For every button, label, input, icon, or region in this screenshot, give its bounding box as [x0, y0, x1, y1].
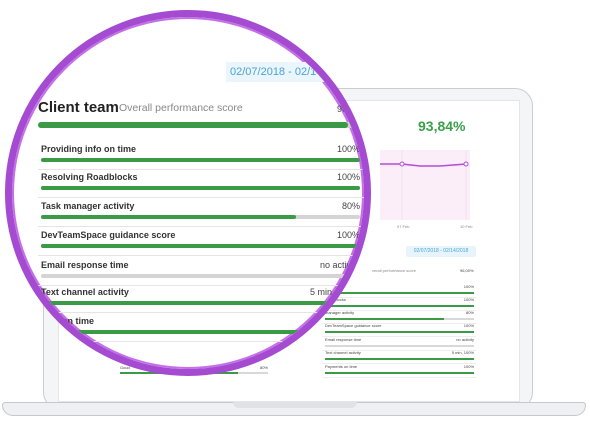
mini-metric-value: 5 min, 100% — [451, 350, 474, 355]
chart-point — [399, 161, 405, 167]
x-axis-tick-label: 10 Feb — [460, 224, 473, 229]
performance-line-chart — [380, 150, 470, 220]
metric-label: Email response time — [41, 260, 129, 270]
mini-subtitle: verall performance score — [372, 268, 417, 273]
metric-value: 5 min, 100% — [309, 287, 360, 297]
metric-progress-fill — [41, 158, 360, 162]
chart-point — [463, 161, 469, 167]
metric-progress-fill — [41, 301, 360, 305]
mini-metric-fill — [325, 372, 474, 374]
x-axis-tick-label: 07 Feb — [397, 224, 410, 229]
team-subtitle: Overall performance score — [119, 102, 243, 114]
team-score-fill — [38, 122, 349, 128]
metric-value: 100% — [336, 172, 360, 182]
metric-row: Text channel activity 5 min, 100% — [38, 284, 364, 313]
metric-progress-track — [41, 301, 360, 305]
mini-metric-value: 100% — [463, 284, 474, 289]
team-title: Client team — [38, 99, 119, 116]
metric-label: ents on time — [41, 316, 95, 326]
mini-metric-value: 100% — [463, 323, 474, 328]
metric-progress-track — [41, 244, 360, 248]
team-score: 96.00% — [337, 104, 368, 114]
magnifier-lens: 02/07/2018 - 02/14/ Client team Overall … — [5, 10, 371, 376]
metric-progress-track — [41, 158, 360, 162]
mini-date-range[interactable]: 02/07/2018 - 02/14/2018 — [406, 246, 476, 257]
metric-label: Resolving Roadblocks — [41, 172, 138, 182]
mini-metric-value: 80% — [465, 310, 474, 315]
metric-label: Providing info on time — [41, 144, 136, 154]
metric-progress-fill — [41, 186, 360, 190]
metric-progress-track — [41, 274, 360, 278]
metric-row: Email response time no activity — [38, 257, 364, 286]
mini-metric-track — [325, 372, 474, 374]
metric-row: DevTeamSpace guidance score 100% — [38, 227, 364, 256]
mini-metric-value: 100% — [463, 364, 474, 369]
metric-value: 100% — [336, 230, 360, 240]
team-score-track — [38, 122, 361, 128]
metric-row: Providing info on time 100% — [38, 141, 364, 170]
metric-label: DevTeamSpace guidance score — [41, 230, 176, 240]
mini-metric-value: no activity — [456, 337, 474, 342]
metric-value: no activity — [319, 260, 360, 270]
overall-percentage: 93,84% — [418, 118, 466, 134]
mini-metric-value: 100% — [463, 297, 474, 302]
metric-progress-track — [41, 330, 360, 334]
metric-value: 80% — [341, 201, 360, 211]
metric-progress-fill — [41, 330, 360, 334]
metric-row: Resolving Roadblocks 100% — [38, 169, 364, 198]
laptop-notch — [233, 402, 357, 408]
metric-label: Task manager activity — [41, 201, 135, 211]
metric-progress-fill — [41, 215, 297, 219]
date-range-picker[interactable]: 02/07/2018 - 02/14/ — [226, 62, 364, 82]
metric-value: 100% — [336, 144, 360, 154]
metric-progress-fill — [41, 244, 360, 248]
chart-svg — [380, 150, 470, 220]
metric-label: Text channel activity — [41, 287, 129, 297]
metric-row: ents on time — [38, 313, 364, 342]
metric-progress-track — [41, 186, 360, 190]
metric-progress-track — [41, 215, 360, 219]
mini-score: 96,00% — [460, 268, 474, 273]
metric-row: Task manager activity 80% — [38, 198, 364, 227]
chart-line — [380, 163, 467, 167]
